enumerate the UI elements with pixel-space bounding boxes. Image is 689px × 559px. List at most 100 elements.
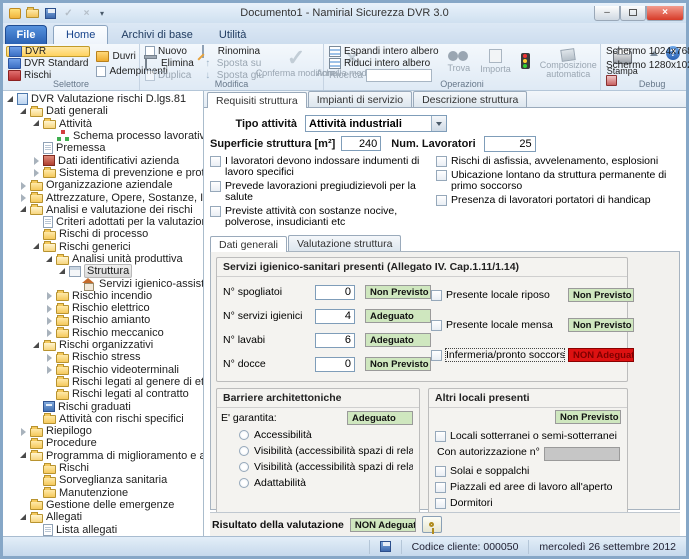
- tree-item[interactable]: Attività con rischi specifici: [3, 413, 203, 425]
- radio-button[interactable]: [239, 462, 249, 472]
- checkbox[interactable]: [210, 181, 221, 192]
- checkbox[interactable]: [435, 466, 446, 477]
- field-input[interactable]: [315, 285, 355, 300]
- checkbox[interactable]: [436, 170, 447, 181]
- schermo-1024-button[interactable]: Schermo 1024x768: [604, 46, 689, 57]
- tree-expand-icon[interactable]: [32, 168, 41, 177]
- inner-tab-0[interactable]: Dati generali: [210, 236, 287, 252]
- checkbox[interactable]: [431, 320, 442, 331]
- tree-item[interactable]: Rischi legati al genere di età: [3, 376, 203, 388]
- checkbox[interactable]: [435, 498, 446, 509]
- dvr-standard-button[interactable]: DVR Standard: [6, 58, 90, 69]
- tree-item[interactable]: Struttura: [3, 265, 203, 277]
- tree-item[interactable]: Premessa: [3, 142, 203, 154]
- tree-item[interactable]: Rischi di processo: [3, 228, 203, 240]
- lavoratori-input[interactable]: [484, 136, 536, 152]
- tree-item[interactable]: Riepilogo: [3, 425, 203, 437]
- doc-tab-0[interactable]: Requisiti struttura: [207, 92, 307, 108]
- semaforo-button[interactable]: [518, 46, 533, 70]
- doc-tab-2[interactable]: Descrizione struttura: [413, 91, 527, 107]
- ricalcola-button[interactable]: [422, 516, 442, 533]
- tree-item[interactable]: Servizi igienico-assistenziali: [3, 277, 203, 289]
- save-status-icon[interactable]: [380, 541, 391, 552]
- checkbox[interactable]: [435, 431, 446, 442]
- app-icon[interactable]: [7, 6, 22, 20]
- radio-button[interactable]: [239, 446, 249, 456]
- tree-item[interactable]: Rischi graduati: [3, 400, 203, 412]
- tree-item[interactable]: Sorveglianza sanitaria: [3, 474, 203, 486]
- tree-expand-icon[interactable]: [19, 427, 28, 436]
- tree-item[interactable]: DVR Valutazione rischi D.lgs.81: [3, 93, 203, 105]
- conferma-modifiche-button[interactable]: ✓Conferma modifiche: [270, 46, 322, 79]
- radio-button[interactable]: [239, 478, 249, 488]
- tree-item[interactable]: Lista allegati: [3, 523, 203, 535]
- tree-expand-icon[interactable]: [45, 365, 54, 374]
- checkbox[interactable]: [436, 156, 447, 167]
- riduci-albero-button[interactable]: Riduci intero albero: [327, 58, 441, 69]
- autorizzazione-input[interactable]: [544, 447, 620, 461]
- tree-expand-icon[interactable]: [19, 193, 28, 202]
- tree-item[interactable]: Rischio amianto: [3, 314, 203, 326]
- field-input[interactable]: [315, 357, 355, 372]
- tab-file[interactable]: File: [5, 25, 47, 44]
- superficie-input[interactable]: [341, 136, 381, 151]
- tree-collapse-icon[interactable]: [19, 205, 28, 214]
- tab-home[interactable]: Home: [53, 25, 108, 44]
- tree-collapse-icon[interactable]: [32, 242, 41, 251]
- espandi-albero-button[interactable]: Espandi intero albero: [327, 46, 441, 57]
- tab-utilita[interactable]: Utilità: [206, 25, 260, 44]
- tree-item[interactable]: Allegati: [3, 511, 203, 523]
- tree-item[interactable]: Dati identificativi azienda: [3, 154, 203, 166]
- field-input[interactable]: [315, 333, 355, 348]
- tree-collapse-icon[interactable]: [19, 451, 28, 460]
- tipo-attivita-select[interactable]: Attività industriali: [305, 115, 447, 132]
- qat-dropdown-icon[interactable]: ▾: [97, 9, 107, 18]
- radio-button[interactable]: [239, 430, 249, 440]
- tree-collapse-icon[interactable]: [32, 119, 41, 128]
- tree-item[interactable]: Rischio videoterminali: [3, 364, 203, 376]
- tab-archivi-di-base[interactable]: Archivi di base: [108, 25, 206, 44]
- tree-item[interactable]: Rischi legati al contratto: [3, 388, 203, 400]
- tree-item[interactable]: Attività: [3, 118, 203, 130]
- tree-item[interactable]: Rischio meccanico: [3, 327, 203, 339]
- tree-item[interactable]: Procedure: [3, 437, 203, 449]
- doc-tab-1[interactable]: Impianti di servizio: [308, 91, 412, 107]
- importa-button[interactable]: Importa: [477, 46, 514, 75]
- field-input[interactable]: [315, 309, 355, 324]
- tree-expand-icon[interactable]: [45, 353, 54, 362]
- checkbox[interactable]: [210, 156, 221, 167]
- tree-collapse-icon[interactable]: [45, 255, 54, 264]
- tree-item[interactable]: Schema processo lavorativo: [3, 130, 203, 142]
- checkbox[interactable]: [431, 290, 442, 301]
- tree-item[interactable]: Sistema di prevenzione e protezione azie…: [3, 167, 203, 179]
- save-icon[interactable]: [43, 6, 58, 20]
- elimina-button[interactable]: Elimina: [143, 58, 196, 69]
- checkbox[interactable]: [431, 350, 442, 361]
- tree-item[interactable]: Rischio incendio: [3, 290, 203, 302]
- tree-expand-icon[interactable]: [45, 304, 54, 313]
- checkbox[interactable]: [435, 482, 446, 493]
- tree-item[interactable]: Criteri adottati per la valutazione: [3, 216, 203, 228]
- composizione-automatica-button[interactable]: Composizione automatica: [537, 46, 600, 80]
- close-button[interactable]: ×: [646, 6, 684, 21]
- trova-button[interactable]: Trova: [445, 46, 474, 74]
- tree-item[interactable]: Rischi organizzativi: [3, 339, 203, 351]
- tree-item[interactable]: Gestione delle emergenze: [3, 499, 203, 511]
- tree-item[interactable]: Rischio stress: [3, 351, 203, 363]
- maximize-button[interactable]: [620, 6, 646, 21]
- dvr-button[interactable]: DVR: [6, 46, 90, 57]
- tree-item[interactable]: Programma di miglioramento e adempimenti: [3, 450, 203, 462]
- minimize-button[interactable]: –: [594, 6, 620, 21]
- tree-item[interactable]: Rischio elettrico: [3, 302, 203, 314]
- tree-item[interactable]: Dati generali: [3, 105, 203, 117]
- tree-expand-icon[interactable]: [19, 181, 28, 190]
- tree-item[interactable]: Rischi generici: [3, 241, 203, 253]
- tree-collapse-icon[interactable]: [6, 95, 15, 104]
- tree-item[interactable]: Attrezzature, Opere, Sostanze, Impianti,…: [3, 191, 203, 203]
- tree-item[interactable]: Analisi e valutazione dei rischi: [3, 204, 203, 216]
- inner-tab-1[interactable]: Valutazione struttura: [288, 235, 402, 251]
- tree-collapse-icon[interactable]: [19, 107, 28, 116]
- tree-item[interactable]: Manutenzione: [3, 487, 203, 499]
- tree-expand-icon[interactable]: [45, 328, 54, 337]
- rinomina-button[interactable]: Rinomina: [200, 46, 266, 57]
